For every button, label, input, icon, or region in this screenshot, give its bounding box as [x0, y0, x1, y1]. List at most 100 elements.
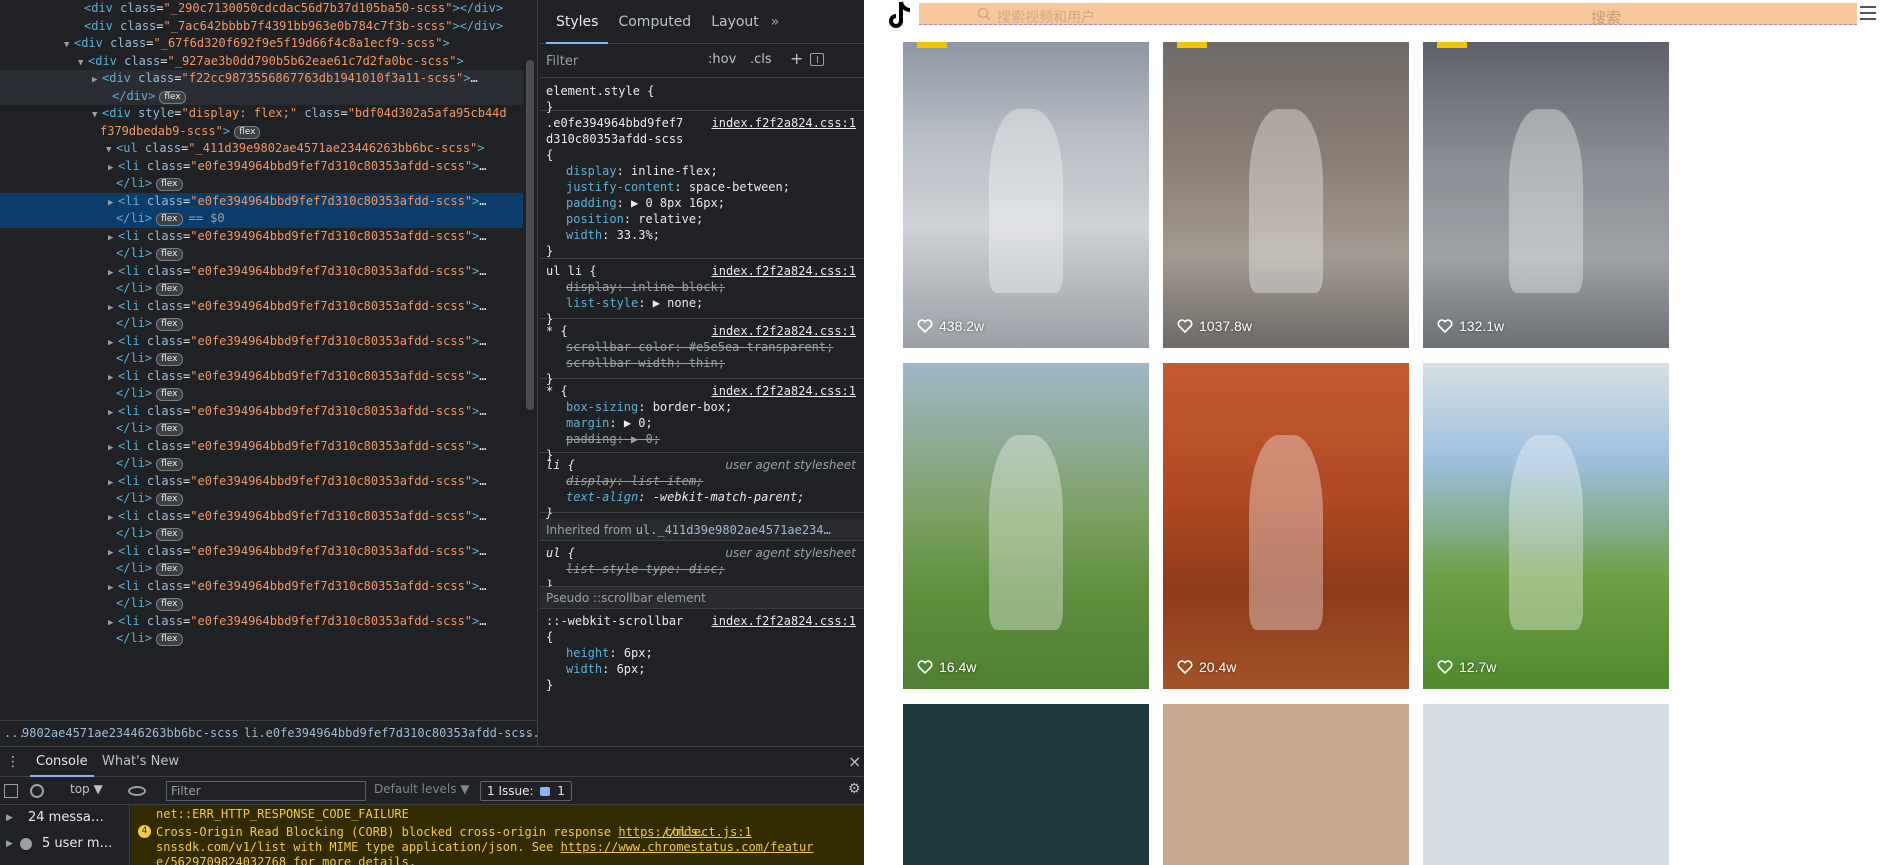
corb-source-link[interactable]: collect.js:1	[665, 825, 752, 840]
dom-node-line[interactable]: <div class="_290c7130050cdcdac56d7b37d10…	[0, 0, 523, 18]
eye-icon[interactable]	[128, 786, 146, 796]
css-property-name[interactable]: display	[566, 474, 617, 488]
css-property-name[interactable]: width	[566, 662, 602, 676]
css-property[interactable]: margin: ▶ 0;	[546, 415, 858, 431]
styles-filter-input[interactable]	[546, 50, 700, 72]
css-property-name[interactable]: padding	[566, 432, 617, 446]
css-property[interactable]: scrollbar-width: thin;	[546, 355, 858, 371]
list-item-node[interactable]: ▶ <li class="e0fe394964bbd9fef7d310c80353…	[0, 158, 523, 176]
rule-selector-cont[interactable]: d310c80353afdd-scss	[546, 131, 858, 147]
flex-badge[interactable]: flex	[156, 598, 183, 611]
elements-scroll-thumb[interactable]	[526, 60, 534, 410]
expand-triangle-icon[interactable]: ▶	[108, 300, 118, 316]
css-property-name[interactable]: list-style-type	[566, 562, 674, 576]
expand-triangle-icon[interactable]: ▶	[108, 440, 118, 456]
list-item-close[interactable]: </li> flex	[0, 595, 523, 613]
dom-node-line[interactable]: ▼ <div class="_927ae3b0dd790b5b62eae61c7d…	[0, 53, 523, 71]
list-item-close[interactable]: </li> flex	[0, 175, 523, 193]
css-property-name[interactable]: width	[566, 228, 602, 242]
list-item-close[interactable]: </li> flex	[0, 385, 523, 403]
css-property-name[interactable]: box-sizing	[566, 400, 638, 414]
css-property[interactable]: list-style-type: disc;	[546, 561, 858, 577]
css-property-value[interactable]: inline-block;	[624, 280, 725, 294]
sidebar-item-messages[interactable]: ▶ 24 messa…	[0, 805, 129, 831]
list-item-node[interactable]: ▶ <li class="e0fe394964bbd9fef7d310c80353…	[0, 368, 523, 386]
css-property-value[interactable]: border-box;	[645, 400, 732, 414]
video-card[interactable]: 438.2w	[903, 42, 1149, 348]
css-property-value[interactable]: ▶ 0;	[617, 416, 653, 430]
css-property-name[interactable]: padding	[566, 196, 617, 210]
flex-badge[interactable]: flex	[156, 423, 183, 436]
search-button[interactable]: 搜索	[1591, 7, 1621, 28]
list-item-node[interactable]: ▶ <li class="e0fe394964bbd9fef7d310c80353…	[0, 543, 523, 561]
css-property-name[interactable]: margin	[566, 416, 609, 430]
css-property-name[interactable]: display	[566, 164, 617, 178]
new-rule-plus-icon[interactable]: +	[790, 49, 803, 68]
rule-source-link[interactable]: index.f2f2a824.css:1	[712, 613, 857, 629]
expand-triangle-icon[interactable]: ▼	[92, 107, 102, 123]
css-property-value[interactable]: inline-flex;	[624, 164, 718, 178]
video-card[interactable]	[1423, 704, 1669, 865]
flex-badge[interactable]: flex	[159, 90, 186, 104]
flex-badge[interactable]: flex	[156, 283, 183, 296]
list-item-close[interactable]: </li> flex	[0, 525, 523, 543]
css-property-name[interactable]: text-align	[566, 490, 638, 504]
list-item-close[interactable]: </li> flex	[0, 560, 523, 578]
css-property-name[interactable]: height	[566, 646, 609, 660]
breadcrumb-more-right[interactable]: ...	[518, 721, 537, 746]
list-item-close[interactable]: </li> flex == $0	[0, 210, 523, 228]
expand-triangle-icon[interactable]: ▶	[108, 265, 118, 281]
flex-badge[interactable]: flex	[156, 318, 183, 331]
search-bar[interactable]: 搜索视频和用户 搜索	[919, 3, 1857, 28]
elements-tree[interactable]: <div class="_290c7130050cdcdac56d7b37d10…	[0, 0, 538, 720]
expand-triangle-icon[interactable]: ▶	[108, 475, 118, 491]
flex-badge[interactable]: flex	[156, 633, 183, 646]
css-property-value[interactable]: space-between;	[682, 180, 790, 194]
flex-badge[interactable]: flex	[156, 178, 183, 191]
list-item-close[interactable]: </li> flex	[0, 350, 523, 368]
list-item-close[interactable]: </li> flex	[0, 490, 523, 508]
hov-button[interactable]: :hov	[708, 52, 736, 67]
dom-node-line[interactable]: <div class="_7ac642bbbb7f4391bb963e0b784…	[0, 18, 523, 36]
css-property-name[interactable]: display	[566, 280, 617, 294]
sidebar-item-user-messages[interactable]: ▶ 5 user m…	[0, 831, 129, 857]
rule-source-link[interactable]: index.f2f2a824.css:1	[712, 115, 857, 131]
flex-badge[interactable]: flex	[234, 125, 261, 139]
expand-triangle-icon[interactable]: ▶	[108, 615, 118, 631]
video-card[interactable]: 20.4w	[1163, 363, 1409, 689]
list-item-close[interactable]: </li> flex	[0, 455, 523, 473]
css-property-value[interactable]: ▶ 0 8px 16px;	[624, 196, 725, 210]
list-item-close[interactable]: </li> flex	[0, 315, 523, 333]
css-property-name[interactable]: justify-content	[566, 180, 674, 194]
dom-node-line[interactable]: ▼ <div style="display: flex;" class="bdf0…	[0, 105, 523, 123]
list-item-node[interactable]: ▶ <li class="e0fe394964bbd9fef7d310c80353…	[0, 333, 523, 351]
console-settings-gear-icon[interactable]: ⚙	[848, 781, 861, 797]
dom-node-line[interactable]: ▼ <div class="_67f6d320f692f9e5f19d66f4c8…	[0, 35, 523, 53]
expand-triangle-icon[interactable]: ▶	[108, 510, 118, 526]
tab-computed[interactable]: Computed	[608, 0, 701, 44]
log-levels-select[interactable]: Default levels ▼	[374, 782, 470, 796]
css-property-value[interactable]: -webkit-match-parent;	[645, 490, 805, 504]
css-property-value[interactable]: 33.3%;	[609, 228, 660, 242]
flex-badge[interactable]: flex	[156, 213, 183, 226]
expand-triangle-icon[interactable]: ▶	[108, 160, 118, 176]
flex-badge[interactable]: flex	[156, 353, 183, 366]
list-item-node[interactable]: ▶ <li class="e0fe394964bbd9fef7d310c80353…	[0, 192, 523, 210]
expand-triangle-icon[interactable]: ▶	[108, 230, 118, 246]
css-property-name[interactable]: position	[566, 212, 624, 226]
tab-styles[interactable]: Styles	[546, 0, 609, 44]
video-card[interactable]: 1037.8w	[1163, 42, 1409, 348]
rule-source-link[interactable]: index.f2f2a824.css:1	[712, 323, 857, 339]
toggle-sidebar-icon[interactable]	[810, 53, 824, 66]
flex-badge[interactable]: flex	[156, 563, 183, 576]
elements-scrollbar[interactable]	[524, 0, 536, 705]
css-property[interactable]: display: inline-block;	[546, 279, 858, 295]
dom-node-line[interactable]: </div> flex	[0, 87, 523, 105]
breadcrumb-item-li[interactable]: li.e0fe394964bbd9fef7d310c80353afdd-scss	[244, 721, 533, 746]
list-item-node[interactable]: ▶ <li class="e0fe394964bbd9fef7d310c80353…	[0, 263, 523, 281]
css-property[interactable]: display: inline-flex;	[546, 163, 858, 179]
css-property-value[interactable]: 6px;	[609, 662, 646, 676]
css-property-value[interactable]: list-item;	[624, 474, 703, 488]
css-property-name[interactable]: scrollbar-color	[566, 340, 674, 354]
list-item-node[interactable]: ▶ <li class="e0fe394964bbd9fef7d310c80353…	[0, 403, 523, 421]
